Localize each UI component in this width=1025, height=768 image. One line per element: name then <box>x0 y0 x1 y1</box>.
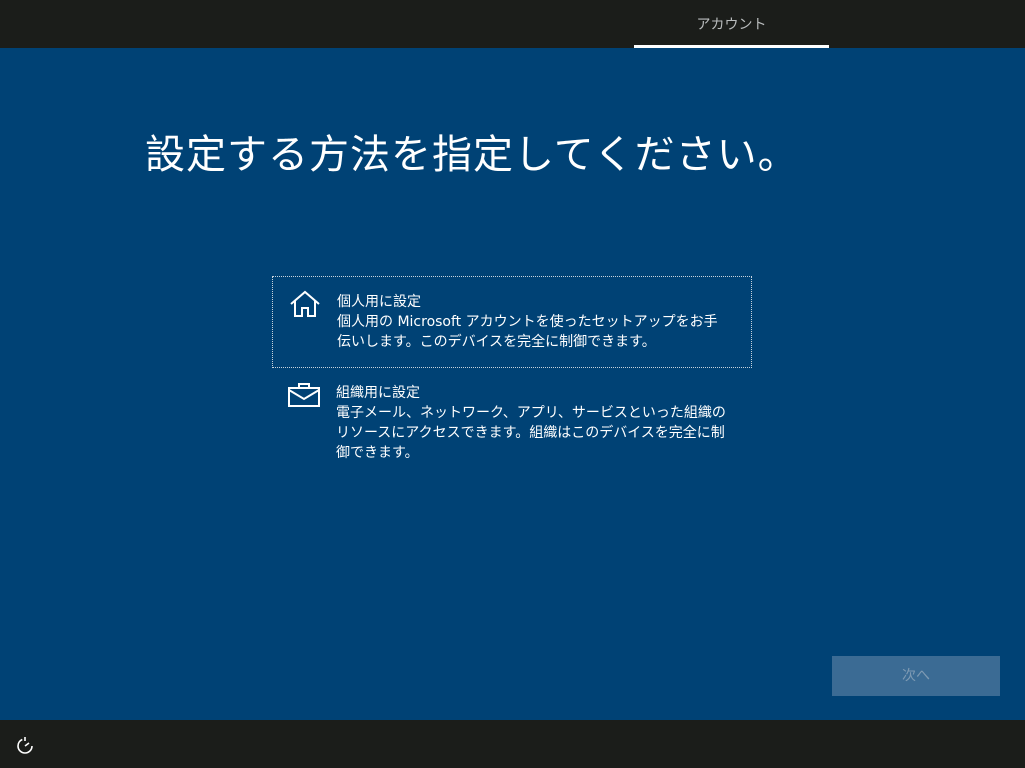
option-personal-title: 個人用に設定 <box>337 294 421 310</box>
page-title: 設定する方法を指定してください。 <box>145 132 799 178</box>
option-personal-description: 個人用の Microsoft アカウントを使ったセットアップをお手伝いします。こ… <box>337 314 718 350</box>
option-organization[interactable]: 組織用に設定 電子メール、ネットワーク、アプリ、サービスといった組織のリソースに… <box>272 368 752 468</box>
home-icon <box>290 290 320 317</box>
option-personal[interactable]: 個人用に設定 個人用の Microsoft アカウントを使ったセットアップをお手… <box>272 276 752 368</box>
bottom-bar <box>0 720 1025 768</box>
ease-of-access-icon[interactable] <box>15 735 35 755</box>
tab-account: アカウント <box>696 17 767 33</box>
option-organization-description: 電子メール、ネットワーク、アプリ、サービスといった組織のリソースにアクセスできま… <box>336 405 726 461</box>
main-panel: 設定する方法を指定してください。 個人用に設定 個人用の Microsoft ア… <box>0 48 1025 720</box>
top-bar: アカウント <box>0 0 1025 48</box>
next-button[interactable]: 次へ <box>832 656 1000 696</box>
option-organization-title: 組織用に設定 <box>336 385 420 401</box>
briefcase-icon <box>288 383 320 407</box>
